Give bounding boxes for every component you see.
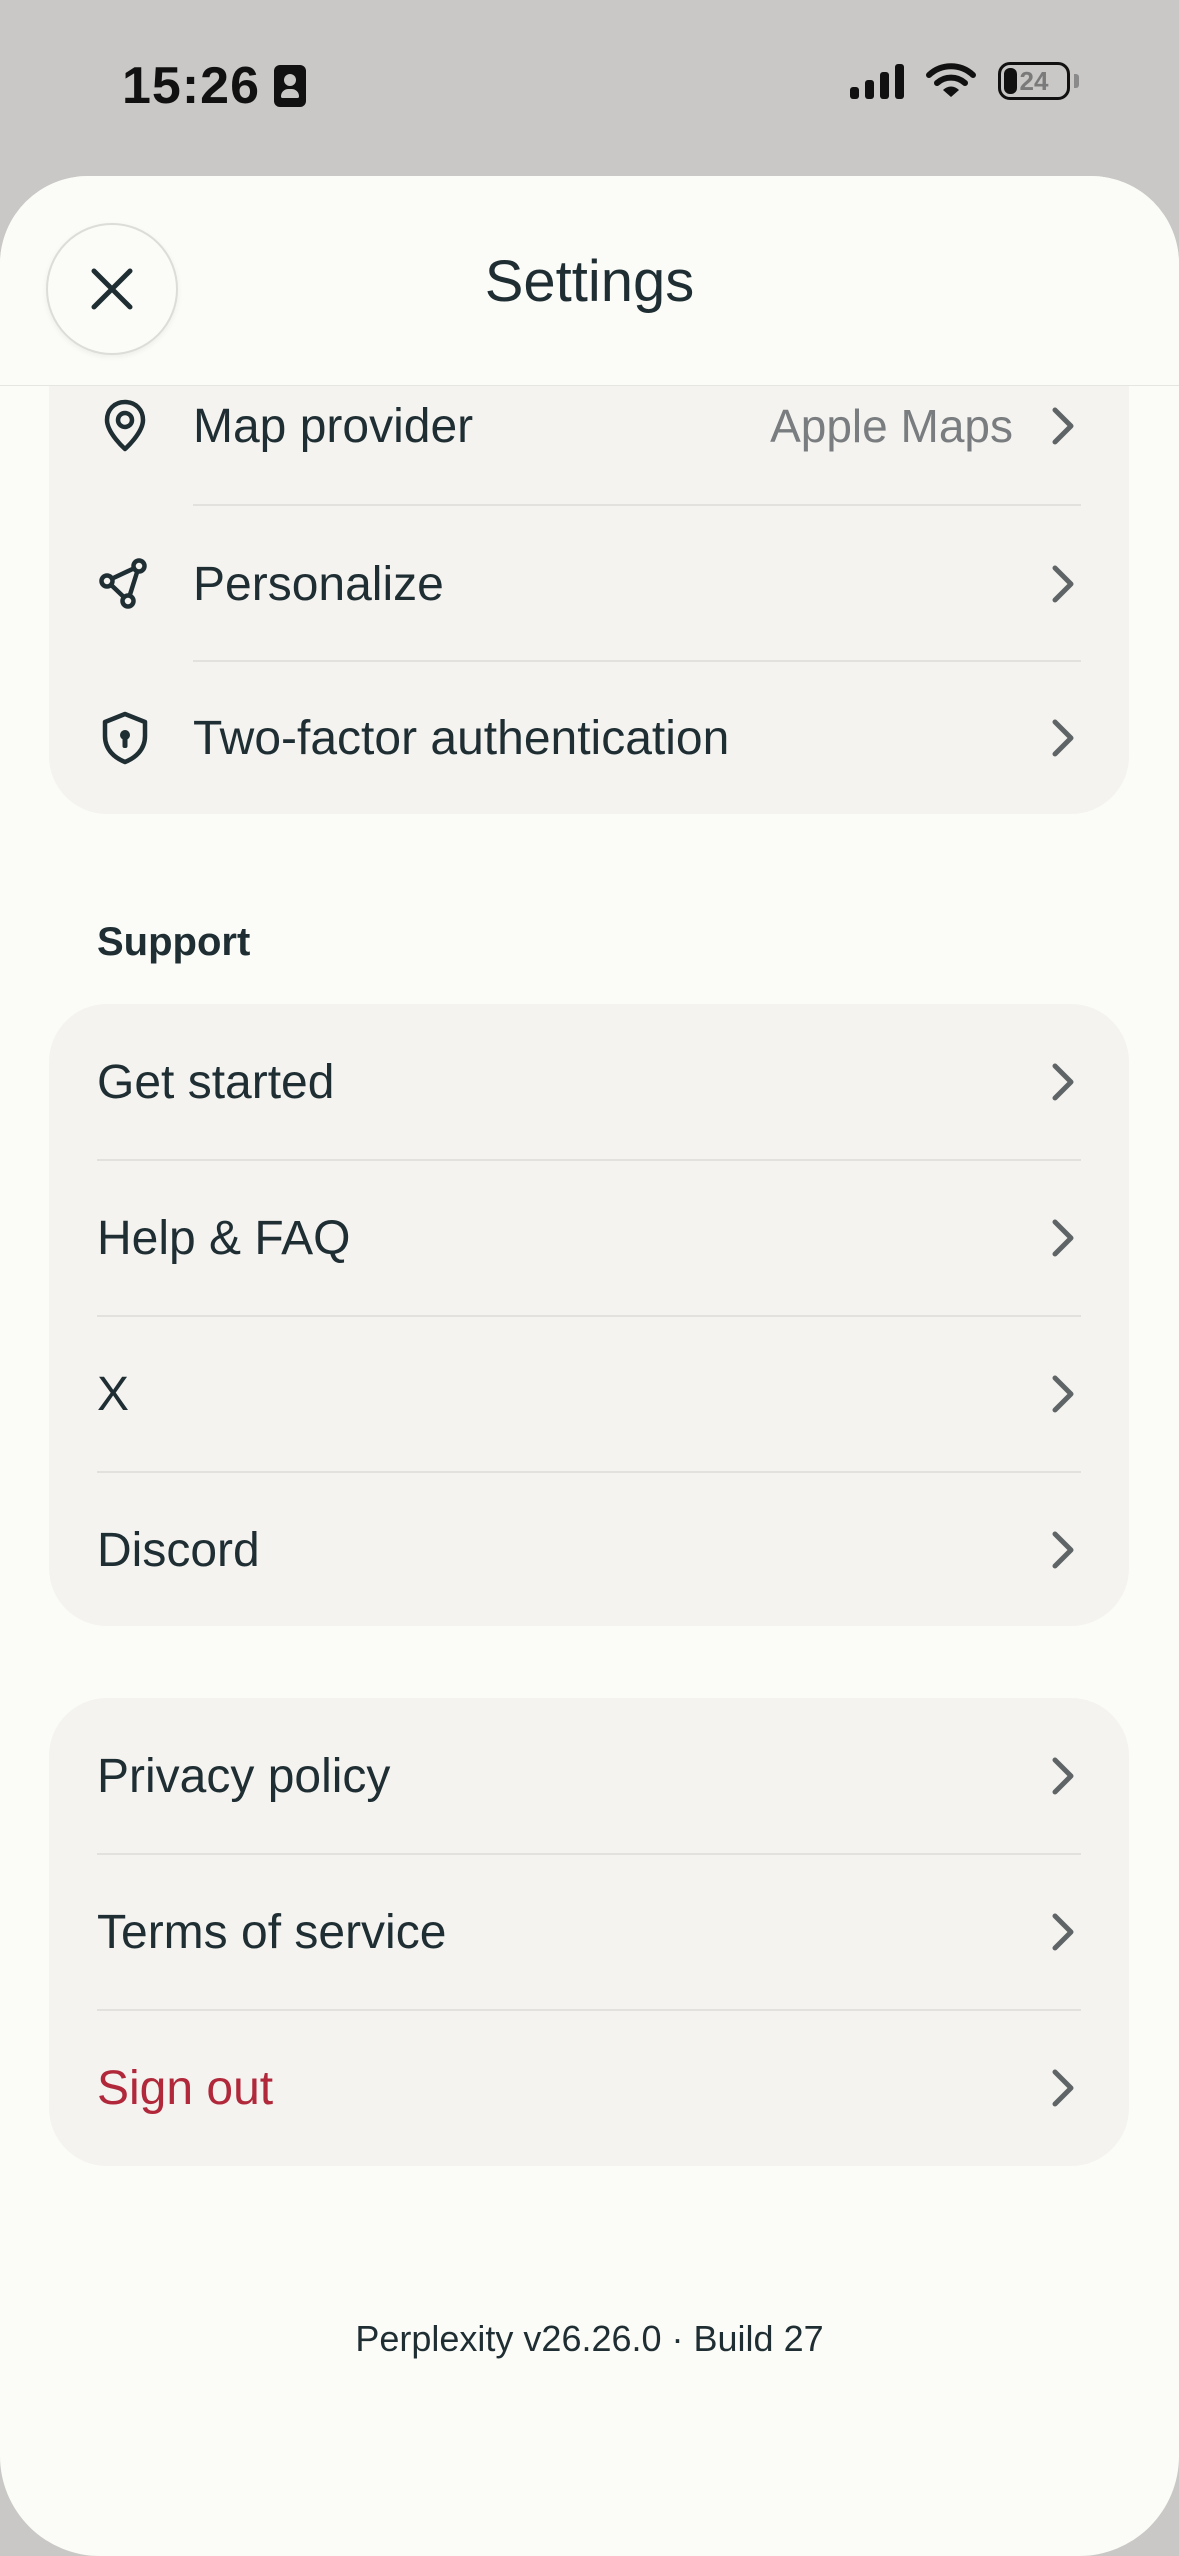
map-provider-label: Map provider [193,399,474,453]
get-started-row[interactable]: Get started [49,1004,1129,1160]
x-label: X [97,1367,130,1421]
discord-row[interactable]: Discord [49,1472,1129,1628]
chevron-right-icon [1052,565,1074,603]
chevron-right-icon [1052,2069,1074,2107]
settings-sheet: Settings Map provider Apple Maps Persona… [0,176,1179,2556]
page-title: Settings [484,249,695,314]
personalize-nodes-icon [99,558,147,609]
shield-lock-icon [102,711,148,765]
privacy-policy-row[interactable]: Privacy policy [49,1698,1129,1854]
personalize-row[interactable]: Personalize [49,506,1129,662]
system-icons: 24 [850,62,1079,100]
sheet-header: Settings [0,176,1179,386]
two-factor-row[interactable]: Two-factor authentication [49,660,1129,816]
terms-of-service-row[interactable]: Terms of service [49,1854,1129,2010]
privacy-policy-label: Privacy policy [97,1749,391,1803]
help-faq-label: Help & FAQ [97,1211,351,1265]
status-bar: 15:26 24 [0,0,1179,175]
chevron-right-icon [1052,1219,1074,1257]
x-row[interactable]: X [49,1316,1129,1472]
chevron-right-icon [1052,1063,1074,1101]
chevron-right-icon [1052,719,1074,757]
sign-out-row[interactable]: Sign out [49,2010,1129,2166]
sign-out-label: Sign out [97,2061,274,2115]
chevron-right-icon [1052,1531,1074,1569]
discord-label: Discord [97,1523,260,1577]
help-faq-row[interactable]: Help & FAQ [49,1160,1129,1316]
clock-time: 15:26 [122,57,260,115]
clock: 15:26 [122,56,306,116]
support-section-title: Support [97,920,251,964]
cellular-signal-icon [850,63,904,99]
battery-level: 24 [1019,65,1049,96]
location-pin-icon [104,399,146,452]
map-provider-value: Apple Maps [770,400,1013,452]
chevron-right-icon [1052,1913,1074,1951]
battery-tip [1074,74,1079,88]
chevron-right-icon [1052,407,1074,445]
wifi-icon [926,63,976,97]
legal-card: Privacy policy Terms of service Sign out [49,1698,1129,2166]
chevron-right-icon [1052,1757,1074,1795]
contact-card-icon [274,65,306,107]
two-factor-label: Two-factor authentication [193,711,730,765]
support-card: Get started Help & FAQ X Discord [49,1004,1129,1626]
app-version: Perplexity v26.26.0 · Build 27 [355,2318,824,2359]
terms-of-service-label: Terms of service [97,1905,447,1959]
battery-icon: 24 [998,62,1070,100]
chevron-right-icon [1052,1375,1074,1413]
get-started-label: Get started [97,1055,335,1109]
personalize-label: Personalize [193,557,444,611]
